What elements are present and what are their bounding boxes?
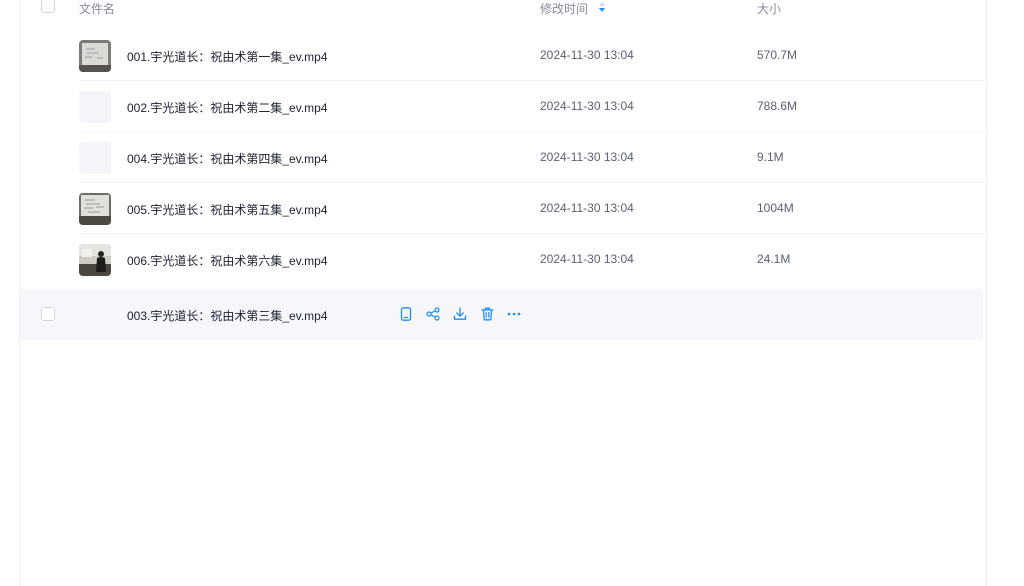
select-all-checkbox[interactable]	[41, 0, 55, 13]
row-checkbox[interactable]	[41, 307, 55, 321]
file-size: 24.1M	[757, 252, 791, 266]
file-row[interactable]: 006.宇光道长：祝由术第六集_ev.mp4 2024-11-30 13:04 …	[20, 234, 986, 285]
file-size: 1004M	[757, 201, 794, 215]
more-icon[interactable]	[506, 306, 522, 322]
column-header-time[interactable]: 修改时间	[540, 0, 588, 17]
file-size: 788.6M	[757, 99, 798, 113]
file-name[interactable]: 001.宇光道长：祝由术第一集_ev.mp4	[127, 48, 328, 65]
file-name[interactable]: 006.宇光道长：祝由术第六集_ev.mp4	[127, 252, 328, 269]
download-icon[interactable]	[452, 306, 468, 322]
file-modified-time: 2024-11-30 13:04	[540, 252, 634, 266]
phone-icon[interactable]	[398, 306, 414, 322]
file-list-header: 文件名 修改时间 大小	[20, 0, 986, 22]
share-icon[interactable]	[425, 306, 441, 322]
file-row[interactable]: 002.宇光道长：祝由术第二集_ev.mp4 2024-11-30 13:04 …	[20, 81, 986, 132]
column-header-size[interactable]: 大小	[757, 0, 781, 17]
file-size: 9.1M	[757, 150, 784, 164]
file-name[interactable]: 002.宇光道长：祝由术第二集_ev.mp4	[127, 99, 328, 116]
blank-thumbnail	[79, 91, 111, 123]
file-size: 570.7M	[757, 48, 798, 62]
column-header-name[interactable]: 文件名	[79, 0, 115, 17]
file-row[interactable]: 005.宇光道长：祝由术第五集_ev.mp4 2024-11-30 13:04 …	[20, 183, 986, 234]
lecturer-thumbnail	[79, 244, 111, 276]
file-modified-time: 2024-11-30 13:04	[540, 99, 634, 113]
delete-icon[interactable]	[479, 306, 495, 322]
file-modified-time: 2024-11-30 13:04	[540, 201, 634, 215]
file-list-panel: 文件名 修改时间 大小 001.宇光道长：祝由术第一集_ev.mp4 2024-…	[19, 0, 987, 586]
file-row[interactable]: 001.宇光道长：祝由术第一集_ev.mp4 2024-11-30 13:04 …	[20, 30, 986, 81]
file-modified-time: 2024-11-30 13:04	[540, 150, 634, 164]
file-row[interactable]: 004.宇光道长：祝由术第四集_ev.mp4 2024-11-30 13:04 …	[20, 132, 986, 183]
file-row-hovered[interactable]: 003.宇光道长：祝由术第三集_ev.mp4	[20, 289, 983, 340]
file-modified-time: 2024-11-30 13:04	[540, 48, 634, 62]
file-name[interactable]: 003.宇光道长：祝由术第三集_ev.mp4	[127, 307, 328, 324]
file-name[interactable]: 005.宇光道长：祝由术第五集_ev.mp4	[127, 201, 328, 218]
blank-thumbnail	[79, 142, 111, 174]
file-name[interactable]: 004.宇光道长：祝由术第四集_ev.mp4	[127, 150, 328, 167]
whiteboard-thumbnail	[79, 40, 111, 72]
sort-icon[interactable]	[598, 1, 606, 13]
whiteboard-thumbnail	[79, 193, 111, 225]
